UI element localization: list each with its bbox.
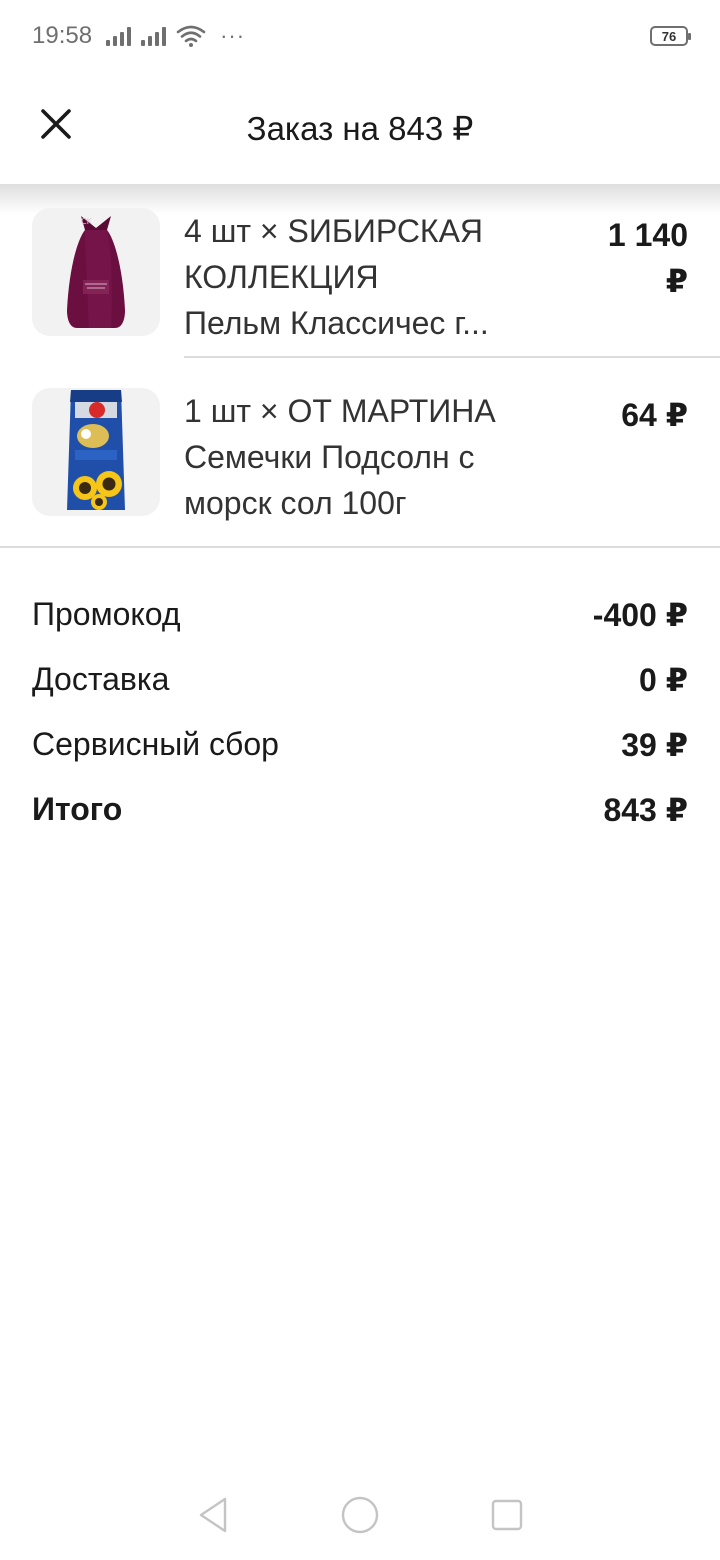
system-nav-bar [0, 1470, 720, 1560]
item-quantity-brand: 1 шт × ОТ МАРТИНА [184, 393, 496, 429]
signal-icon-2 [141, 26, 167, 46]
order-item[interactable]: 1 шт × ОТ МАРТИНА Семечки Подсолн с морс… [0, 358, 720, 548]
delivery-row: Доставка 0 ₽ [32, 647, 688, 712]
dumplings-package-image: CK [32, 208, 160, 336]
battery-level: 76 [661, 28, 677, 44]
svg-text:CK: CK [81, 217, 93, 226]
item-price: 64 ₽ [621, 397, 688, 433]
wifi-icon [176, 25, 206, 47]
item-price-currency: ₽ [665, 263, 688, 299]
order-item[interactable]: CK 4 шт × SИБИРСКАЯ КОЛЛЕКЦИЯ Пельм Клас… [0, 204, 720, 358]
recents-icon [491, 1499, 522, 1531]
order-items: CK 4 шт × SИБИРСКАЯ КОЛЛЕКЦИЯ Пельм Клас… [0, 204, 720, 548]
item-brand-continued: КОЛЛЕКЦИЯ [184, 259, 379, 295]
order-item-body: 4 шт × SИБИРСКАЯ КОЛЛЕКЦИЯ Пельм Классич… [184, 208, 720, 358]
home-icon [341, 1496, 379, 1534]
close-icon [41, 109, 71, 139]
total-row: Итого 843 ₽ [32, 777, 688, 842]
service-fee-row: Сервисный сбор 39 ₽ [32, 712, 688, 777]
home-button[interactable] [330, 1485, 390, 1545]
promo-row: Промокод -400 ₽ [32, 582, 688, 647]
recents-button[interactable] [477, 1485, 537, 1545]
status-bar: 19:58 ··· 76 [0, 0, 720, 72]
order-item-description: 1 шт × ОТ МАРТИНА Семечки Подсолн с морс… [184, 388, 564, 526]
back-button[interactable] [183, 1485, 243, 1545]
close-button[interactable] [28, 96, 84, 152]
status-time: 19:58 [32, 22, 93, 49]
more-notifications-icon: ··· [220, 23, 246, 48]
promo-value: -400 ₽ [592, 596, 688, 633]
item-product-name: Пельм Классичес г... [184, 305, 489, 341]
item-quantity-brand: 4 шт × SИБИРСКАЯ [184, 213, 484, 249]
delivery-label: Доставка [32, 661, 170, 697]
total-value: 843 ₽ [603, 791, 688, 828]
page-title: Заказ на 843 ₽ [246, 109, 474, 147]
total-label: Итого [32, 791, 123, 827]
item-price-amount: 1 140 [607, 217, 688, 253]
status-left: 19:58 ··· [32, 22, 245, 50]
order-item-body: 1 шт × ОТ МАРТИНА Семечки Подсолн с морс… [184, 388, 720, 528]
promo-label: Промокод [32, 596, 181, 632]
sunflower-seeds-package-image [32, 388, 160, 516]
section-divider [0, 546, 720, 548]
service-fee-label: Сервисный сбор [32, 726, 279, 762]
back-icon [200, 1497, 227, 1533]
order-item-description: 4 шт × SИБИРСКАЯ КОЛЛЕКЦИЯ Пельм Классич… [184, 208, 564, 346]
item-price: 1 140 ₽ [568, 212, 688, 304]
battery-icon: 76 [650, 26, 691, 46]
order-screen: 19:58 ··· 76 Заказ на 843 ₽ CK 4 шт × SИ… [0, 0, 720, 1560]
header: Заказ на 843 ₽ [0, 72, 720, 184]
signal-icon [106, 26, 132, 46]
order-summary: Промокод -400 ₽ Доставка 0 ₽ Сервисный с… [32, 582, 688, 842]
item-product-name-continued: морск сол 100г [184, 485, 407, 521]
delivery-value: 0 ₽ [639, 661, 688, 698]
item-product-name: Семечки Подсолн с [184, 439, 475, 475]
service-fee-value: 39 ₽ [621, 726, 688, 763]
